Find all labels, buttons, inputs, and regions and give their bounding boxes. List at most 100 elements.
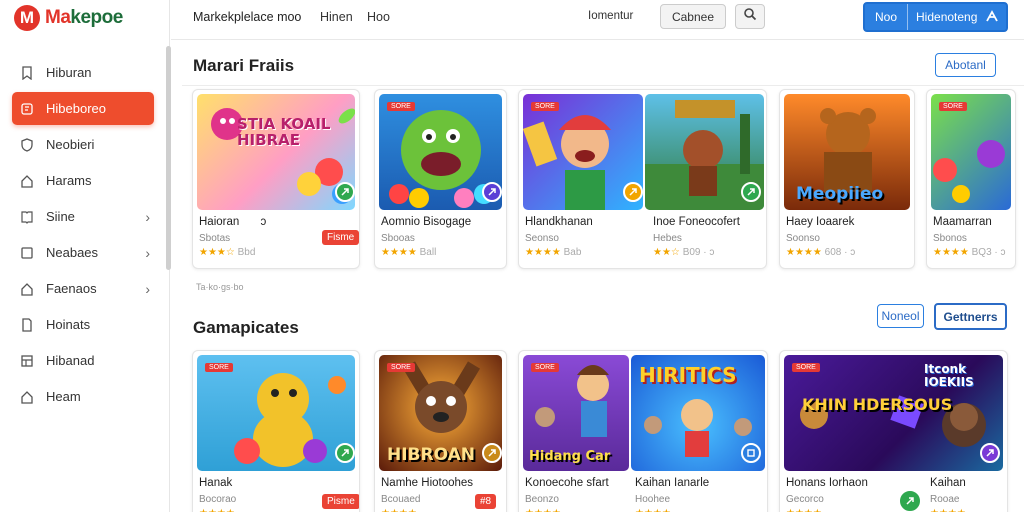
sidebar-item-hibeboreo[interactable]: Hibeboreo <box>12 92 154 125</box>
sidebar-item-faenaos[interactable]: Faenaos › <box>12 272 154 305</box>
sidebar-nav: Hiburan Hibeboreo Neobieri Harams Siine … <box>12 56 154 416</box>
thumbnail-text: Meopiieo <box>796 184 884 204</box>
nav-link-hoo[interactable]: Hoo <box>367 10 390 24</box>
app-card[interactable]: HIBROAN SORE Namhe Hiotoohes Bcouaed ★★★… <box>374 350 507 512</box>
sale-tag: SORE <box>792 363 820 372</box>
rating-stars: ★★★☆ <box>199 247 235 258</box>
home-icon <box>20 282 34 296</box>
app-rating: ★★★★ Ball <box>381 247 436 258</box>
app-thumbnail: SORE <box>197 355 355 471</box>
sidebar-item-harams[interactable]: Harams <box>12 164 154 197</box>
nav-link-iomentur[interactable]: Iomentur <box>588 10 633 22</box>
install-icon[interactable] <box>898 489 922 512</box>
account-button[interactable]: Noo Hidenoteng <box>863 2 1008 32</box>
sidebar-item-label: Siine <box>46 209 75 224</box>
sidebar-item-label: Hiburan <box>46 65 92 80</box>
book-icon <box>20 210 34 224</box>
sale-tag: SORE <box>531 363 559 372</box>
section2-right-button[interactable]: Gettnerrs <box>934 303 1007 330</box>
app-developer-2: Rooae <box>930 494 960 505</box>
app-card-pair[interactable]: KHIN HDERSOUS Itconk IOEKIIS SORE Honans… <box>779 350 1008 512</box>
price-badge[interactable]: Pisme <box>322 494 359 509</box>
app-rating: ★★★★ BQ3 · ɔ <box>933 247 1006 258</box>
rating-count: BQ3 · ɔ <box>971 247 1006 258</box>
install-icon[interactable] <box>623 182 643 202</box>
sidebar-item-heam[interactable]: Heam <box>12 380 154 413</box>
install-icon[interactable] <box>741 182 761 202</box>
app-thumbnail: STIA KOAIL HIBRAE <box>197 94 355 210</box>
rating-count: Bbd <box>237 247 256 258</box>
install-icon[interactable] <box>482 182 502 202</box>
app-name: Konoecohe sfart <box>525 477 609 489</box>
thumbnail-text-2: Itconk IOEKIIS <box>924 362 974 389</box>
sidebar-item-neobieri[interactable]: Neobieri <box>12 128 154 161</box>
sidebar-item-label: Neobieri <box>46 137 95 152</box>
app-name: Hanak <box>199 477 233 489</box>
app-developer: Soonso <box>786 233 820 244</box>
chevron-right-icon: › <box>145 208 150 225</box>
install-icon[interactable] <box>980 443 1000 463</box>
app-name: Hlandkhanan <box>525 216 593 228</box>
home-icon <box>20 174 34 188</box>
user-icon <box>985 9 999 26</box>
app-rating-2: ★★☆ B09 · ɔ <box>653 247 714 258</box>
install-icon[interactable] <box>741 443 761 463</box>
app-rating: ★★★★ <box>381 508 417 512</box>
thumbnail-text: STIA KOAIL HIBRAE <box>237 115 331 149</box>
search-button[interactable] <box>735 4 765 29</box>
top-bar: Markekplelace moo Hinen Hoo Iomentur Cab… <box>171 0 1024 40</box>
app-card[interactable]: SORE Maamarran Sbonos ★★★★ BQ3 · ɔ <box>926 89 1016 269</box>
install-icon[interactable] <box>335 443 355 463</box>
sidebar-item-hiburan[interactable]: Hiburan <box>12 56 154 89</box>
section2-left-button[interactable]: Noneol <box>877 304 924 328</box>
app-developer: Seonso <box>525 233 559 244</box>
thumbnail-text: KHIN HDERSOUS <box>802 395 953 414</box>
sidebar-scrollbar[interactable] <box>166 46 171 270</box>
rating-count: 608 · ɔ <box>824 247 856 258</box>
chevron-right-icon: › <box>145 280 150 297</box>
price-badge[interactable]: #8 <box>475 494 497 509</box>
section2-title: Gamapicates <box>193 318 299 337</box>
install-icon[interactable] <box>482 443 502 463</box>
sale-tag: SORE <box>387 102 415 111</box>
app-rating: ★★★★ Bab <box>525 247 581 258</box>
shield-icon <box>20 137 34 152</box>
app-card[interactable]: Meopiieo Haey Ioaarek Soonso ★★★★ 608 · … <box>779 89 915 269</box>
sale-tag: SORE <box>387 363 415 372</box>
app-developer-2: Hebes <box>653 233 682 244</box>
app-thumbnail: Meopiieo <box>784 94 910 210</box>
brand-logo[interactable]: M Makepoe <box>14 4 123 32</box>
sidebar-item-label: Neabaes <box>46 245 99 260</box>
app-card-pair[interactable]: SORE Hlandkhanan Seonso ★★★★ Bab Inoe Fo… <box>518 89 767 269</box>
section1-action-button[interactable]: Abotanl <box>935 53 996 77</box>
logo-icon: M <box>14 5 40 31</box>
sidebar-item-hibanad[interactable]: Hibanad <box>12 344 154 377</box>
sidebar-item-neabaes[interactable]: Neabaes › <box>12 236 154 269</box>
chevron-right-icon: › <box>145 244 150 261</box>
section-divider <box>182 85 1024 86</box>
price-badge[interactable]: Fisme <box>322 230 359 245</box>
app-card[interactable]: STIA KOAIL HIBRAE Haioran ɔ Sbotas ★★★☆ … <box>192 89 360 269</box>
sidebar-item-label: Hibanad <box>46 353 95 368</box>
nav-link-hinen[interactable]: Hinen <box>320 10 353 24</box>
sidebar-item-siine[interactable]: Siine › <box>12 200 154 233</box>
rating-count: Ball <box>419 247 437 258</box>
install-icon[interactable] <box>335 182 355 202</box>
tablet-icon <box>20 246 34 260</box>
app-card[interactable]: SORE Hanak Bocorao ★★★★ Pisme <box>192 350 360 512</box>
app-rating: ★★★★ 608 · ɔ <box>786 247 855 258</box>
app-name-2: Kaihan Ianarle <box>635 477 710 489</box>
rating-stars: ★★★★ <box>933 247 969 258</box>
sidebar-item-label: Heam <box>46 389 81 404</box>
app-card[interactable]: SORE Aomnio Bisogage Sbooas ★★★★ Ball <box>374 89 507 269</box>
sidebar-item-hoinats[interactable]: Hoinats <box>12 308 154 341</box>
rating-count: Bab <box>563 247 582 258</box>
app-name-extra: ɔ <box>260 216 267 228</box>
app-card-pair[interactable]: Hidang Car SORE HIRITICS Konoecohe sfart… <box>518 350 768 512</box>
account-button-left[interactable]: Noo <box>865 4 909 30</box>
app-developer: Bcouaed <box>381 494 421 505</box>
app-name-2: Inoe Foneocofert <box>653 216 740 228</box>
cabnee-button[interactable]: Cabnee <box>660 4 726 29</box>
sidebar-item-label: Hoinats <box>46 317 91 332</box>
thumbnail-text: Hidang Car <box>529 449 611 464</box>
